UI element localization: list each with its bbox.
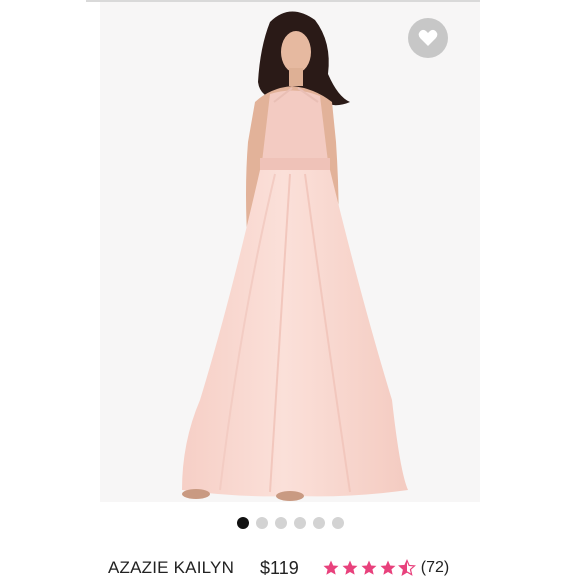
carousel-dot[interactable] bbox=[236, 517, 249, 529]
image-carousel-dots bbox=[0, 517, 580, 529]
carousel-dot[interactable] bbox=[312, 517, 325, 529]
favorite-button[interactable] bbox=[408, 18, 448, 58]
star-full-icon bbox=[380, 560, 396, 575]
carousel-dot[interactable] bbox=[255, 517, 268, 529]
product-name[interactable]: AZAZIE KAILYN bbox=[108, 558, 234, 578]
rating-stars[interactable] bbox=[322, 559, 416, 577]
product-price: $119 bbox=[260, 557, 299, 578]
product-info-row: AZAZIE KAILYN $119 (72) bbox=[108, 556, 449, 580]
star-full-icon bbox=[361, 560, 377, 575]
product-photo[interactable] bbox=[100, 2, 480, 502]
star-full-icon bbox=[342, 560, 358, 575]
star-half-icon bbox=[397, 559, 416, 576]
carousel-dot[interactable] bbox=[293, 517, 306, 529]
dress-model-image bbox=[182, 11, 408, 501]
carousel-dot[interactable] bbox=[331, 517, 344, 529]
review-count[interactable]: (72) bbox=[421, 559, 449, 577]
carousel-dot[interactable] bbox=[274, 517, 287, 529]
star-full-icon bbox=[323, 560, 339, 575]
heart-icon bbox=[418, 29, 438, 46]
